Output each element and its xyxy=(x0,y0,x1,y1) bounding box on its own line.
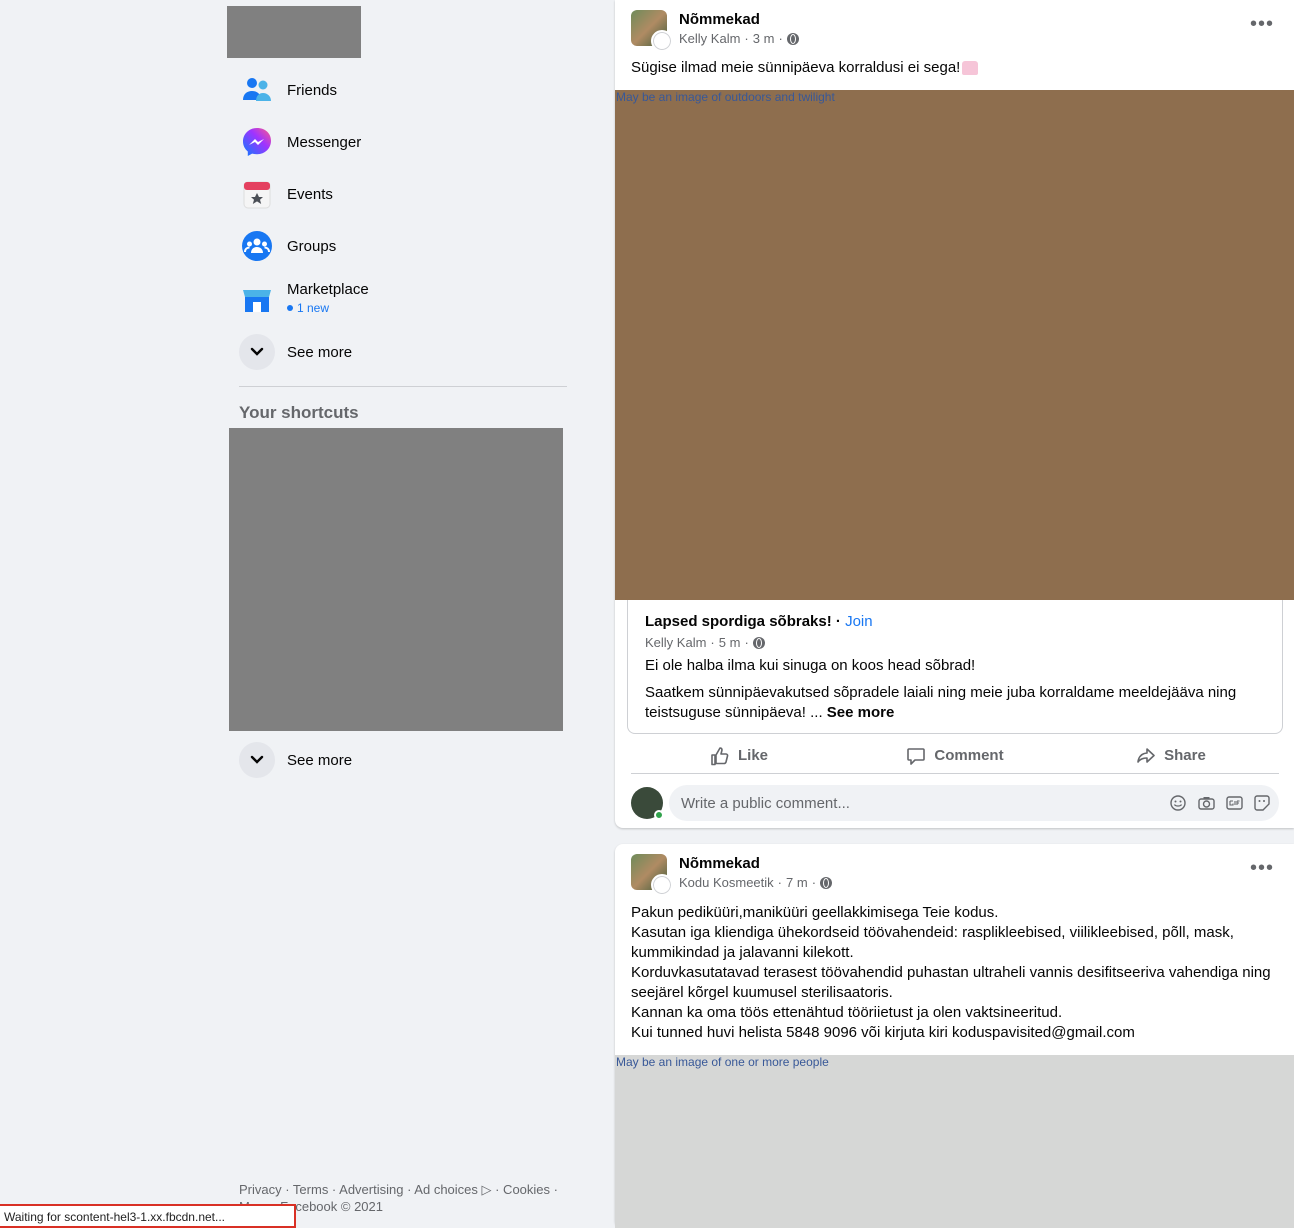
author-avatar[interactable] xyxy=(651,874,673,896)
comment-composer: Write a public comment... xyxy=(631,785,1279,821)
sidebar-item-groups[interactable]: Groups xyxy=(239,224,567,268)
like-icon xyxy=(711,746,729,765)
globe-icon xyxy=(752,636,765,649)
post-header: Nõmmekad Kelly Kalm · 3 m · xyxy=(631,10,799,52)
post-text: Pakun pediküüri,maniküüri geellakkimiseg… xyxy=(631,903,1281,1043)
group-name-link[interactable]: Nõmmekad xyxy=(679,854,832,874)
post-text-line: seejärel kõrgel kuumusel sterilisaatoris… xyxy=(631,984,893,1001)
shortcuts-heading: Your shortcuts xyxy=(239,403,359,422)
feed-post: Nõmmekad Kelly Kalm · 3 m · ••• Sügise i… xyxy=(615,0,1294,828)
friends-icon xyxy=(239,72,275,108)
chevron-down-icon xyxy=(239,742,275,778)
post-image[interactable]: May be an image of one or more people xyxy=(615,1055,1294,1228)
feed-post: Nõmmekad Kodu Kosmeetik · 7 m · ••• Paku… xyxy=(615,844,1294,1228)
group-avatar[interactable] xyxy=(631,854,673,896)
post-text-line: Kasutan iga kliendiga ühekordseid töövah… xyxy=(631,924,1234,941)
camera-icon[interactable] xyxy=(1197,794,1215,812)
sidebar-item-label: Messenger xyxy=(287,133,362,151)
globe-icon xyxy=(820,876,833,889)
see-more-label: See more xyxy=(287,751,353,769)
shared-post[interactable]: Lapsed spordiga sõbraks! · Join Kelly Ka… xyxy=(627,600,1283,734)
see-more-button[interactable]: See more xyxy=(239,330,567,374)
more-options-icon[interactable]: ••• xyxy=(1250,14,1274,34)
footer-line-1[interactable]: Privacy · Terms · Advertising · Ad choic… xyxy=(239,1181,569,1198)
messenger-icon xyxy=(239,124,275,160)
image-alt-text: May be an image of outdoors and twilight xyxy=(616,90,835,104)
events-icon xyxy=(239,176,275,212)
post-header: Nõmmekad Kodu Kosmeetik · 7 m · xyxy=(631,854,833,896)
author-name-link[interactable]: Kelly Kalm xyxy=(679,31,740,46)
comment-input[interactable]: Write a public comment... xyxy=(669,785,1279,821)
group-name-link[interactable]: Nõmmekad xyxy=(679,10,799,30)
post-text-line: Pakun pediküüri,maniküüri geellakkimiseg… xyxy=(631,904,999,921)
sidebar-item-events[interactable]: Events xyxy=(239,172,567,216)
see-more-label: See more xyxy=(287,343,353,361)
sticker-icon[interactable] xyxy=(1253,794,1271,812)
shortcuts-placeholder[interactable] xyxy=(229,428,563,731)
sidebar-item-marketplace[interactable]: Marketplace 1 new xyxy=(239,276,567,320)
marketplace-icon xyxy=(239,282,275,318)
birthday-cake-icon xyxy=(962,61,979,76)
post-text-line: Kannan ka oma töös ettenähtud tööriietus… xyxy=(631,1004,1063,1021)
post-image[interactable]: May be an image of outdoors and twilight xyxy=(615,90,1294,600)
group-avatar[interactable] xyxy=(631,10,673,52)
chevron-down-icon xyxy=(239,334,275,370)
online-status-dot xyxy=(654,810,664,820)
sidebar-item-friends[interactable]: Friends xyxy=(239,68,567,112)
more-options-icon[interactable]: ••• xyxy=(1250,858,1274,878)
groups-icon xyxy=(239,228,275,264)
shared-text-paragraph: Saatkem sünnipäevakutsed sõpradele laial… xyxy=(645,684,1237,721)
post-text-line: kummikindad ja jalavanni kilekott. xyxy=(631,944,854,961)
comment-icon xyxy=(907,747,926,765)
post-text-line: Korduvkasutatavad terasest töövahendid p… xyxy=(631,964,1271,981)
share-button[interactable]: Share xyxy=(1063,738,1279,773)
shared-timestamp[interactable]: 5 m xyxy=(719,635,741,650)
emoji-icon[interactable] xyxy=(1169,794,1187,812)
post-text: Sügise ilmad meie sünnipäeva korraldusi … xyxy=(631,58,979,78)
sidebar-item-label: Groups xyxy=(287,237,337,255)
shared-author-link[interactable]: Kelly Kalm xyxy=(645,635,706,650)
author-name-link[interactable]: Kodu Kosmeetik xyxy=(679,875,774,890)
see-more-link[interactable]: See more xyxy=(827,704,895,721)
user-avatar[interactable] xyxy=(631,787,664,820)
sidebar-item-messenger[interactable]: Messenger xyxy=(239,120,567,164)
post-text-line: Kui tunned huvi helista 5848 9096 või ki… xyxy=(631,1024,1135,1041)
image-alt-text: May be an image of one or more people xyxy=(616,1055,829,1069)
sidebar-item-label: Friends xyxy=(287,81,338,99)
shortcuts-see-more-button[interactable]: See more xyxy=(239,738,567,782)
new-count-badge: 1 new xyxy=(287,301,369,315)
join-group-link[interactable]: Join xyxy=(845,613,873,630)
post-timestamp[interactable]: 3 m xyxy=(753,31,775,46)
sidebar-item-label: Marketplace xyxy=(287,281,369,298)
sidebar-item-label: Events xyxy=(287,185,333,203)
post-actions: Like Comment Share xyxy=(631,738,1279,774)
post-timestamp[interactable]: 7 m xyxy=(786,875,808,890)
like-button[interactable]: Like xyxy=(631,738,847,773)
browser-status-bar: Waiting for scontent-hel3-1.xx.fbcdn.net… xyxy=(0,1204,296,1228)
author-avatar[interactable] xyxy=(651,30,673,52)
share-icon xyxy=(1137,747,1155,763)
profile-shortcut-placeholder[interactable] xyxy=(227,6,361,58)
shared-text-line: Ei ole halba ilma kui sinuga on koos hea… xyxy=(645,657,976,674)
globe-icon xyxy=(786,32,799,45)
gif-icon[interactable] xyxy=(1225,794,1243,812)
sidebar-divider xyxy=(239,386,567,387)
shared-group-title[interactable]: Lapsed spordiga sõbraks! · Join xyxy=(645,613,873,630)
comment-button[interactable]: Comment xyxy=(847,738,1063,773)
